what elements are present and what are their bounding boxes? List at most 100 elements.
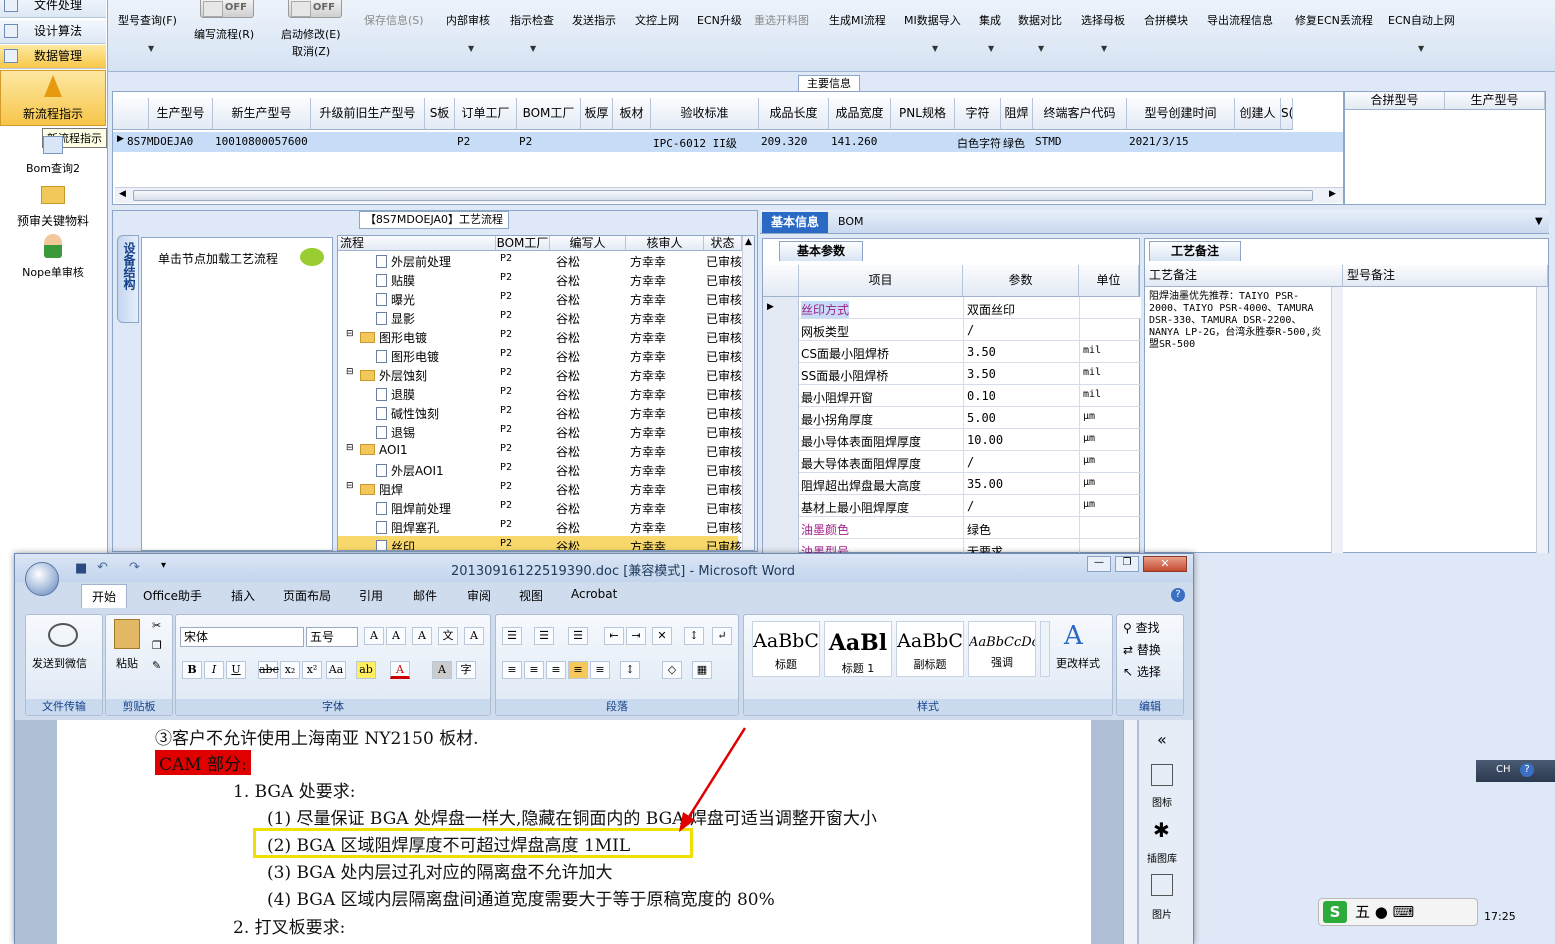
- tree-node[interactable]: 显影: [376, 310, 415, 327]
- column-header[interactable]: 创建人: [1235, 98, 1281, 130]
- tree-node[interactable]: 图形电镀: [376, 348, 439, 365]
- language-bar[interactable]: CH ?: [1476, 760, 1555, 782]
- param-value[interactable]: 10.00: [967, 433, 1003, 447]
- tree-node[interactable]: 阻焊前处理: [376, 500, 451, 517]
- cancel-button[interactable]: 取消(Z): [292, 43, 330, 59]
- tree-row[interactable]: ⊟ AOI1 P2 谷松 方幸幸 已审核: [338, 441, 742, 460]
- numbering-button[interactable]: ☰: [534, 627, 554, 645]
- ribbon-tab[interactable]: 插入: [221, 584, 265, 607]
- column-header[interactable]: 生产型号: [149, 98, 213, 130]
- tab-process-remarks[interactable]: 工艺备注: [1149, 241, 1241, 261]
- paste-button[interactable]: 粘贴: [116, 655, 138, 671]
- style-option[interactable]: AaBbC 标题: [752, 621, 820, 677]
- save-icon[interactable]: ■: [75, 561, 87, 576]
- scroll-left-icon[interactable]: ◀: [119, 189, 126, 199]
- doc-control-online-button[interactable]: 文控上网: [635, 12, 679, 28]
- param-row[interactable]: 最小拐角厚度 5.00 μm: [763, 407, 1141, 429]
- ribbon-tab[interactable]: 引用: [349, 584, 393, 607]
- tree-node[interactable]: 碱性蚀刻: [376, 405, 439, 422]
- expand-icon[interactable]: ⊟: [346, 367, 354, 377]
- format-painter-icon[interactable]: ✎: [152, 659, 161, 672]
- bold-button[interactable]: B: [182, 661, 202, 679]
- param-row[interactable]: 最大导体表面阻焊厚度 / μm: [763, 451, 1141, 473]
- tree-node[interactable]: 退锡: [376, 424, 415, 441]
- equipment-structure-tab[interactable]: 设备结构: [117, 235, 139, 323]
- paste-icon[interactable]: [114, 619, 140, 649]
- chinese-layout-button[interactable]: ✕: [652, 627, 672, 645]
- tree-row[interactable]: 外层AOI1 P2 谷松 方幸幸 已审核: [338, 460, 742, 479]
- column-header[interactable]: 阻焊: [1001, 98, 1033, 130]
- doc-vertical-scrollbar[interactable]: [1123, 720, 1137, 944]
- decrease-indent-button[interactable]: ⇤: [604, 627, 624, 645]
- distributed-button[interactable]: ≡: [590, 661, 610, 679]
- column-header[interactable]: BOM工厂: [517, 98, 581, 130]
- param-row[interactable]: 基材上最小阻焊厚度 / μm: [763, 495, 1141, 517]
- multilevel-list-button[interactable]: ☰: [568, 627, 588, 645]
- tree-node[interactable]: 阻焊: [360, 481, 403, 498]
- char-shading-button[interactable]: A: [432, 661, 452, 679]
- tree-row[interactable]: 贴膜 P2 谷松 方幸幸 已审核: [338, 270, 742, 289]
- chevron-down-icon[interactable]: ▼: [148, 44, 154, 53]
- align-center-button[interactable]: ≡: [524, 661, 544, 679]
- tree-row[interactable]: 外层前处理 P2 谷松 方幸幸 已审核: [338, 251, 742, 270]
- tree-node[interactable]: 退膜: [376, 386, 415, 403]
- chevron-down-icon[interactable]: ▼: [1038, 44, 1044, 53]
- increase-indent-button[interactable]: ⇥: [626, 627, 646, 645]
- param-row[interactable]: SS面最小阻焊桥 3.50 mil: [763, 363, 1141, 385]
- column-header[interactable]: 板厚: [581, 98, 613, 130]
- column-header[interactable]: 型号创建时间: [1127, 98, 1235, 130]
- tree-row[interactable]: ⊟ 阻焊 P2 谷松 方幸幸 已审核: [338, 479, 742, 498]
- nav-file-processing[interactable]: 文件处理: [0, 0, 106, 18]
- tree-node[interactable]: 图形电镀: [360, 329, 427, 346]
- fix-ecn-button[interactable]: 修复ECN丢流程: [1295, 12, 1373, 28]
- expand-icon[interactable]: ⊟: [346, 481, 354, 491]
- style-option[interactable]: AaBbC 副标题: [896, 621, 964, 677]
- tree-row[interactable]: ⊟ 外层蚀刻 P2 谷松 方幸幸 已审核: [338, 365, 742, 384]
- scroll-right-icon[interactable]: ▶: [1329, 189, 1336, 199]
- document-page[interactable]: ③客户不允许使用上海南亚 NY2150 板材. CAM 部分: 1. BGA 处…: [57, 720, 1091, 944]
- param-value[interactable]: 35.00: [967, 477, 1003, 491]
- model-remark-scrollbar[interactable]: [1536, 287, 1548, 553]
- generate-mi-button[interactable]: 生成MI流程: [829, 12, 886, 28]
- ribbon-tab[interactable]: 邮件: [403, 584, 447, 607]
- tree-node[interactable]: 丝印: [376, 538, 415, 550]
- param-value[interactable]: 5.00: [967, 411, 996, 425]
- enclose-char-button[interactable]: 字: [456, 661, 476, 679]
- bom-query-button[interactable]: Bom查询2: [0, 136, 106, 176]
- tree-row[interactable]: ⊟ 图形电镀 P2 谷松 方幸幸 已审核: [338, 327, 742, 346]
- tree-row[interactable]: 阻焊塞孔 P2 谷松 方幸幸 已审核: [338, 517, 742, 536]
- column-header[interactable]: 板材: [613, 98, 651, 130]
- param-value[interactable]: 双面丝印: [967, 301, 1015, 318]
- styles-scroll[interactable]: [1040, 621, 1050, 677]
- tree-row[interactable]: 曝光 P2 谷松 方幸幸 已审核: [338, 289, 742, 308]
- superscript-button[interactable]: x²: [302, 661, 322, 679]
- param-value[interactable]: 3.50: [967, 367, 996, 381]
- tree-row[interactable]: 碱性蚀刻 P2 谷松 方幸幸 已审核: [338, 403, 742, 422]
- style-option[interactable]: AaBl 标题 1: [824, 621, 892, 677]
- column-header[interactable]: PNL规格: [891, 98, 955, 130]
- ribbon-tab[interactable]: Acrobat: [561, 584, 627, 604]
- column-header[interactable]: 新生产型号: [213, 98, 311, 130]
- minimize-button[interactable]: —: [1087, 556, 1111, 572]
- icon-button[interactable]: 图标: [1145, 794, 1179, 809]
- undo-icon[interactable]: ↶: [97, 560, 108, 575]
- tab-basic-params[interactable]: 基本参数: [779, 241, 863, 261]
- flow-vertical-scrollbar[interactable]: ▲: [742, 236, 754, 550]
- integrate-button[interactable]: 集成: [979, 12, 1001, 28]
- tree-node[interactable]: 外层蚀刻: [360, 367, 427, 384]
- ribbon-tab[interactable]: 页面布局: [273, 584, 341, 607]
- scroll-up-icon[interactable]: ▲: [745, 237, 752, 247]
- send-wechat-button[interactable]: 发送到微信: [32, 655, 87, 671]
- help-icon[interactable]: ?: [1520, 763, 1534, 777]
- param-row[interactable]: 阻焊超出焊盘最大高度 35.00 μm: [763, 473, 1141, 495]
- tree-node[interactable]: 外层前处理: [376, 253, 451, 270]
- replace-button[interactable]: ⇄ 替换: [1123, 641, 1161, 658]
- param-value[interactable]: 绿色: [967, 521, 991, 538]
- italic-button[interactable]: I: [204, 661, 224, 679]
- save-info-button[interactable]: 保存信息(S): [364, 12, 424, 28]
- restore-button[interactable]: ❐: [1115, 556, 1139, 572]
- chevron-down-icon[interactable]: ▼: [468, 44, 474, 53]
- shading-button[interactable]: ◇: [662, 661, 682, 679]
- tree-row[interactable]: 丝印 P2 谷松 方幸幸 已审核: [338, 536, 742, 550]
- line-spacing-button[interactable]: ↕: [620, 661, 640, 679]
